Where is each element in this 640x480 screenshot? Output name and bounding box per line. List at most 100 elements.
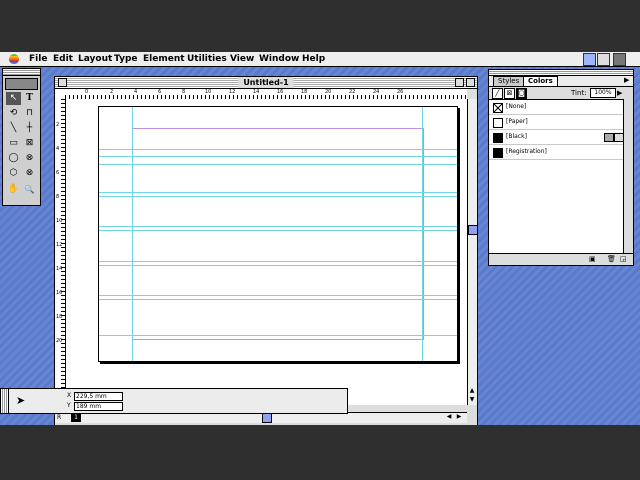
trash-icon[interactable]: 🗑 — [607, 255, 616, 263]
hruler-label: 8 — [182, 89, 186, 95]
color-swatch-label: [None] — [506, 103, 527, 110]
color-swatch-label: [Black] — [506, 133, 527, 140]
pagemaker-app-icon[interactable] — [613, 53, 626, 66]
document-window: Untitled-1 0 2 4 6 8 10 12 14 16 18 20 2… — [54, 76, 478, 425]
horizontal-scroll-thumb[interactable] — [262, 413, 272, 423]
color-swatch-label: [Paper] — [506, 118, 528, 125]
balloon-help-icon[interactable] — [597, 53, 610, 66]
menu-utilities[interactable]: Utilities — [187, 53, 227, 65]
ruler-guide[interactable] — [99, 265, 457, 266]
hruler-label: 20 — [325, 89, 332, 95]
master-page-icon[interactable]: R — [57, 413, 61, 423]
none-swatch-icon — [493, 103, 503, 113]
desktop: File Edit Layout Type Element Utilities … — [0, 52, 640, 425]
polygon-frame-tool-icon[interactable]: ⊗ — [22, 167, 37, 180]
menu-layout[interactable]: Layout — [78, 53, 112, 65]
constrained-line-tool-icon[interactable]: ┼ — [22, 122, 37, 135]
column-guide[interactable] — [132, 107, 133, 361]
registration-swatch-icon — [493, 148, 503, 158]
pointer-tool-icon[interactable]: ↖ — [6, 92, 21, 105]
hruler-label: 24 — [373, 89, 380, 95]
zoom-box-icon[interactable] — [455, 78, 464, 87]
rectangle-tool-icon[interactable]: ▭ — [6, 137, 21, 150]
hruler-label: 26 — [397, 89, 404, 95]
page-number-icon[interactable]: 1 — [71, 414, 81, 422]
line-tool-icon[interactable]: ╲ — [6, 122, 21, 135]
scroll-down-arrow-icon[interactable]: ▼ — [468, 396, 476, 404]
y-position-field[interactable]: 189 mm — [74, 402, 123, 411]
crop-tool-icon[interactable]: ⊓ — [22, 107, 37, 120]
ruler-guide[interactable] — [99, 299, 457, 300]
document-page[interactable] — [98, 106, 458, 362]
scroll-right-arrow-icon[interactable]: ▶ — [455, 413, 463, 421]
close-box-icon[interactable] — [58, 78, 67, 87]
color-swatch-row[interactable]: [Black] — [489, 130, 633, 145]
tint-field[interactable]: 100% — [590, 88, 616, 98]
vruler-label: 18 — [56, 314, 63, 320]
ruler-guide[interactable] — [99, 295, 457, 296]
ruler-guide[interactable] — [99, 164, 457, 165]
hruler-label: 6 — [158, 89, 162, 95]
polygon-tool-icon[interactable]: ⬡ — [6, 167, 21, 180]
ruler-guide[interactable] — [99, 226, 457, 227]
vertical-scroll-thumb[interactable] — [468, 225, 478, 235]
scroll-left-arrow-icon[interactable]: ◀ — [445, 413, 453, 421]
ruler-guide[interactable] — [99, 192, 457, 193]
control-palette: ➤ X 229,5 mm Y 189 mm — [0, 388, 348, 414]
menu-element[interactable]: Element — [143, 53, 185, 65]
ruler-guide[interactable] — [99, 335, 457, 336]
application-menu-icon[interactable] — [583, 53, 596, 66]
tab-colors[interactable]: Colors — [523, 76, 558, 86]
both-fill-stroke-icon[interactable]: ◙ — [516, 88, 527, 99]
zoom-tool-icon[interactable]: 🔍 — [22, 183, 37, 196]
ruler-guide[interactable] — [99, 261, 457, 262]
tab-styles[interactable]: Styles — [493, 76, 525, 86]
scroll-up-arrow-icon[interactable]: ▲ — [468, 387, 476, 395]
stroke-icon[interactable]: ╱ — [492, 88, 503, 99]
document-title-bar[interactable]: Untitled-1 — [55, 77, 477, 89]
menu-help[interactable]: Help — [302, 53, 325, 65]
vruler-label: 20 — [56, 338, 63, 344]
color-swatch-row[interactable]: [Registration] — [489, 145, 633, 160]
color-swatch-row[interactable]: [None] — [489, 100, 633, 115]
resize-icon[interactable]: ◲ — [620, 255, 627, 263]
palette-menu-arrow-icon[interactable]: ▶ — [624, 76, 629, 85]
menu-view[interactable]: View — [230, 53, 254, 65]
color-swatch-row[interactable]: [Paper] — [489, 115, 633, 130]
control-palette-drag-bar[interactable] — [1, 389, 9, 413]
rotate-tool-icon[interactable]: ⟲ — [6, 107, 21, 120]
menu-window[interactable]: Window — [259, 53, 299, 65]
colors-palette: Styles Colors ▶ ╱ ⊠ ◙ Tint: 100% ▶ [None… — [488, 69, 634, 266]
collapse-box-icon[interactable] — [466, 78, 475, 87]
ruler-guide[interactable] — [99, 196, 457, 197]
column-guide[interactable] — [422, 107, 423, 361]
toolbox-title-bar[interactable] — [3, 69, 40, 76]
ellipse-frame-tool-icon[interactable]: ⊗ — [22, 152, 37, 165]
new-color-icon[interactable]: ▣ — [589, 255, 596, 263]
vruler-label: 14 — [56, 266, 63, 272]
hruler-label: 4 — [134, 89, 138, 95]
vruler-label: 12 — [56, 242, 63, 248]
ruler-guide[interactable] — [99, 149, 457, 150]
ruler-guide[interactable] — [99, 230, 457, 231]
vertical-scrollbar[interactable]: ▲ ▼ — [467, 99, 478, 405]
menu-edit[interactable]: Edit — [53, 53, 73, 65]
menu-file[interactable]: File — [29, 53, 47, 65]
hruler-label: 12 — [229, 89, 236, 95]
tint-dropdown-arrow-icon[interactable]: ▶ — [617, 88, 622, 98]
fill-icon[interactable]: ⊠ — [504, 88, 515, 99]
ruler-guide[interactable] — [99, 156, 457, 157]
hand-tool-icon[interactable]: ✋ — [6, 183, 21, 196]
ellipse-tool-icon[interactable]: ◯ — [6, 152, 21, 165]
menu-type[interactable]: Type — [114, 53, 137, 65]
hruler-label: 2 — [110, 89, 114, 95]
palette-toolbar: ╱ ⊠ ◙ Tint: 100% ▶ — [489, 86, 633, 100]
apple-menu-icon[interactable] — [9, 54, 19, 64]
text-tool-icon[interactable]: T — [22, 92, 37, 105]
swatch-list-empty-area[interactable] — [489, 160, 623, 253]
rectangle-frame-tool-icon[interactable]: ⊠ — [22, 137, 37, 150]
palette-scrollbar[interactable] — [623, 99, 633, 253]
x-position-field[interactable]: 229,5 mm — [74, 392, 123, 401]
pasteboard[interactable] — [66, 99, 467, 405]
vertical-ruler[interactable]: 2 4 6 8 10 12 14 16 18 20 — [55, 99, 66, 405]
